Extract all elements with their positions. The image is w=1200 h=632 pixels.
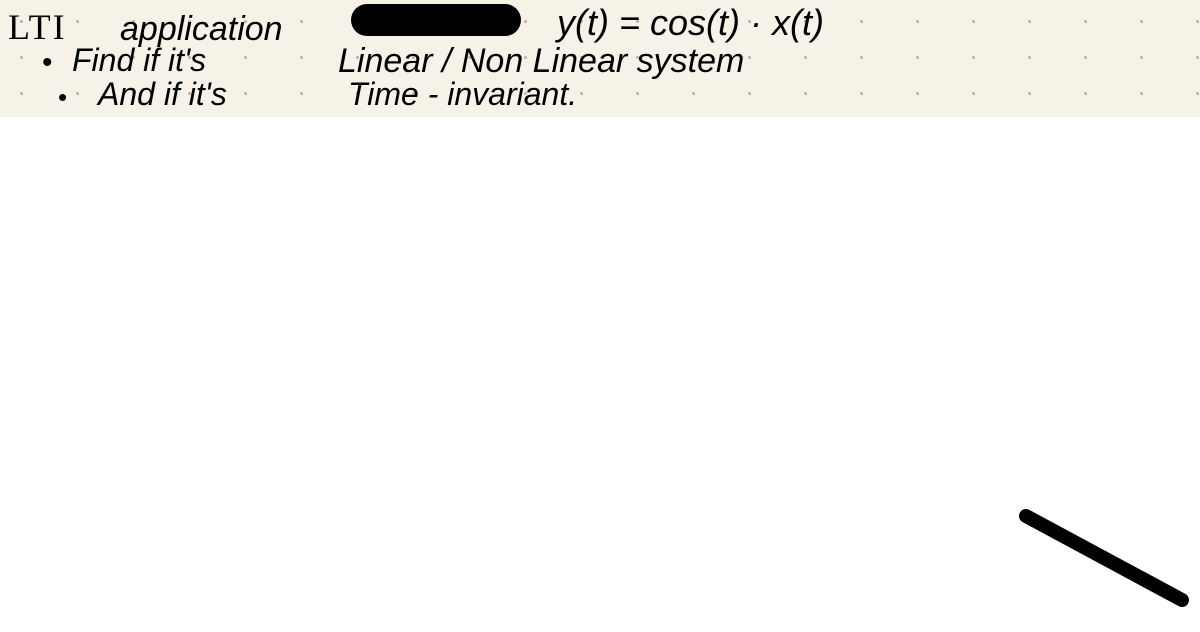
diagonal-stroke [1018, 508, 1190, 608]
redaction-mark [351, 4, 521, 36]
find-line: Find if it's [72, 42, 206, 79]
bullet-1: • [42, 46, 53, 80]
time-line: Time - invariant. [348, 76, 577, 113]
equation-text: y(t) = cos(t) · x(t) [557, 2, 824, 44]
and-line: And if it's [98, 76, 227, 113]
bullet-2: • [58, 82, 67, 113]
title-abbrev: LTI [8, 6, 67, 48]
